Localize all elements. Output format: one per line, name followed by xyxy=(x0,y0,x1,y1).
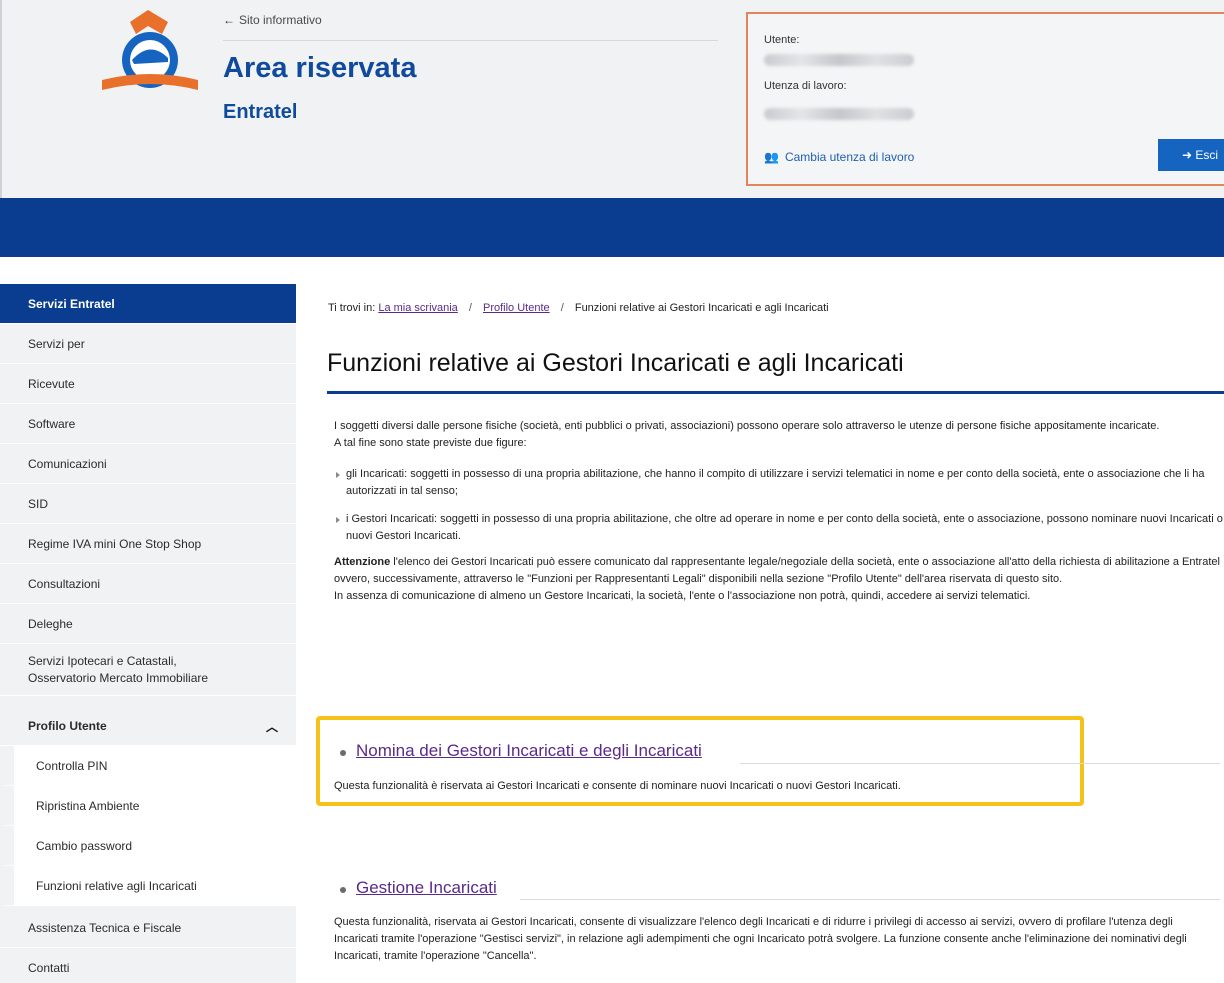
sign-out-icon: ➜ xyxy=(1181,148,1196,162)
chevron-up-icon[interactable]: ︿ xyxy=(266,718,278,735)
area-title: Area riservata xyxy=(223,52,417,84)
roles-list: gli Incaricati: soggetti in possesso di … xyxy=(334,466,1224,545)
sidebar-subitem-ripristina-ambiente[interactable]: Ripristina Ambiente xyxy=(0,786,296,826)
sidebar-item-deleghe[interactable]: Deleghe xyxy=(0,604,296,644)
divider xyxy=(520,899,1220,900)
sidebar-item-servizi-per[interactable]: Servizi per xyxy=(0,324,296,364)
sidebar-subitem-funzioni-incaricati[interactable]: Funzioni relative agli Incaricati xyxy=(0,866,296,906)
bullet-icon xyxy=(340,887,346,893)
sidebar-item-comunicazioni[interactable]: Comunicazioni xyxy=(0,444,296,484)
sidebar-item-contatti[interactable]: Contatti xyxy=(0,948,296,983)
list-item: gli Incaricati: soggetti in possesso di … xyxy=(334,466,1224,500)
user-value-redacted xyxy=(764,54,914,66)
gestione-incaricati-link[interactable]: Gestione Incaricati xyxy=(356,878,497,898)
intro-text-2: A tal fine sono state previste due figur… xyxy=(334,437,527,449)
users-icon: 👥 xyxy=(764,150,779,164)
nav-band xyxy=(0,198,1224,257)
user-box: Utente: Utenza di lavoro: 👥 Cambia utenza… xyxy=(746,12,1224,186)
list-item: i Gestori Incaricati: soggetti in posses… xyxy=(334,511,1224,545)
divider xyxy=(223,40,718,41)
sidebar-item-software[interactable]: Software xyxy=(0,404,296,444)
breadcrumb-link-profilo[interactable]: Profilo Utente xyxy=(483,302,550,314)
intro-text: I soggetti diversi dalle persone fisiche… xyxy=(334,420,1160,432)
user-label: Utente: xyxy=(764,34,800,46)
attention-text: Attenzione l'elenco dei Gestori Incarica… xyxy=(334,554,1224,588)
sidebar: Servizi Entratel Servizi per Ricevute So… xyxy=(0,284,296,983)
sidebar-item-servizi-entratel[interactable]: Servizi Entratel xyxy=(0,284,296,324)
sidebar-item-label: Profilo Utente xyxy=(28,718,107,733)
divider xyxy=(740,763,1220,764)
sidebar-item-ricevute[interactable]: Ricevute xyxy=(0,364,296,404)
gestione-incaricati-text: Questa funzionalità, riservata ai Gestor… xyxy=(334,916,1187,962)
work-user-label: Utenza di lavoro: xyxy=(764,80,847,92)
sidebar-item-profilo-utente[interactable]: Profilo Utente ︿ xyxy=(0,706,296,746)
header: ← Sito informativo Area riservata Entrate… xyxy=(0,0,1224,198)
sidebar-item-assistenza[interactable]: Assistenza Tecnica e Fiscale xyxy=(0,908,296,948)
breadcrumb-link-scrivania[interactable]: La mia scrivania xyxy=(378,302,457,314)
title-rule xyxy=(327,391,1224,394)
sidebar-item-sid[interactable]: SID xyxy=(0,484,296,524)
attention-text-2: In assenza di comunicazione di almeno un… xyxy=(334,590,1031,602)
breadcrumb-separator: / xyxy=(468,302,472,314)
content: I soggetti diversi dalle persone fisiche… xyxy=(334,418,1224,605)
back-link-label: Sito informativo xyxy=(239,13,322,27)
agenzia-entrate-logo[interactable] xyxy=(102,10,198,94)
breadcrumb-separator: / xyxy=(560,302,564,314)
attention-body: l'elenco dei Gestori Incaricati può esse… xyxy=(334,556,1220,585)
exit-button[interactable]: ➜ Esci xyxy=(1158,139,1224,171)
breadcrumb: Ti trovi in: La mia scrivania / Profilo … xyxy=(328,302,829,314)
arrow-left-icon: ← xyxy=(223,13,235,27)
breadcrumb-prefix: Ti trovi in: xyxy=(328,302,376,314)
work-user-value-redacted xyxy=(764,108,914,120)
page-title: Funzioni relative ai Gestori Incaricati … xyxy=(327,349,904,377)
exit-label: Esci xyxy=(1195,148,1219,162)
sidebar-item-consultazioni[interactable]: Consultazioni xyxy=(0,564,296,604)
nomina-incaricati-text: Questa funzionalità è riservata ai Gesto… xyxy=(334,780,901,792)
sidebar-subitem-controlla-pin[interactable]: Controlla PIN xyxy=(0,746,296,786)
change-work-user-link[interactable]: 👥 Cambia utenza di lavoro xyxy=(764,150,914,164)
change-work-user-label: Cambia utenza di lavoro xyxy=(784,150,915,164)
area-subtitle: Entratel xyxy=(223,101,298,123)
bullet-icon xyxy=(340,750,346,756)
nomina-incaricati-link[interactable]: Nomina dei Gestori Incaricati e degli In… xyxy=(356,741,702,761)
back-link[interactable]: ← Sito informativo xyxy=(223,13,322,27)
sidebar-item-regime-iva[interactable]: Regime IVA mini One Stop Shop xyxy=(0,524,296,564)
breadcrumb-current: Funzioni relative ai Gestori Incaricati … xyxy=(574,302,829,314)
sidebar-item-servizi-ipotecari[interactable]: Servizi Ipotecari e Catastali, Osservato… xyxy=(0,644,296,696)
attention-label: Attenzione xyxy=(334,556,391,568)
sidebar-subitem-cambio-password[interactable]: Cambio password xyxy=(0,826,296,866)
